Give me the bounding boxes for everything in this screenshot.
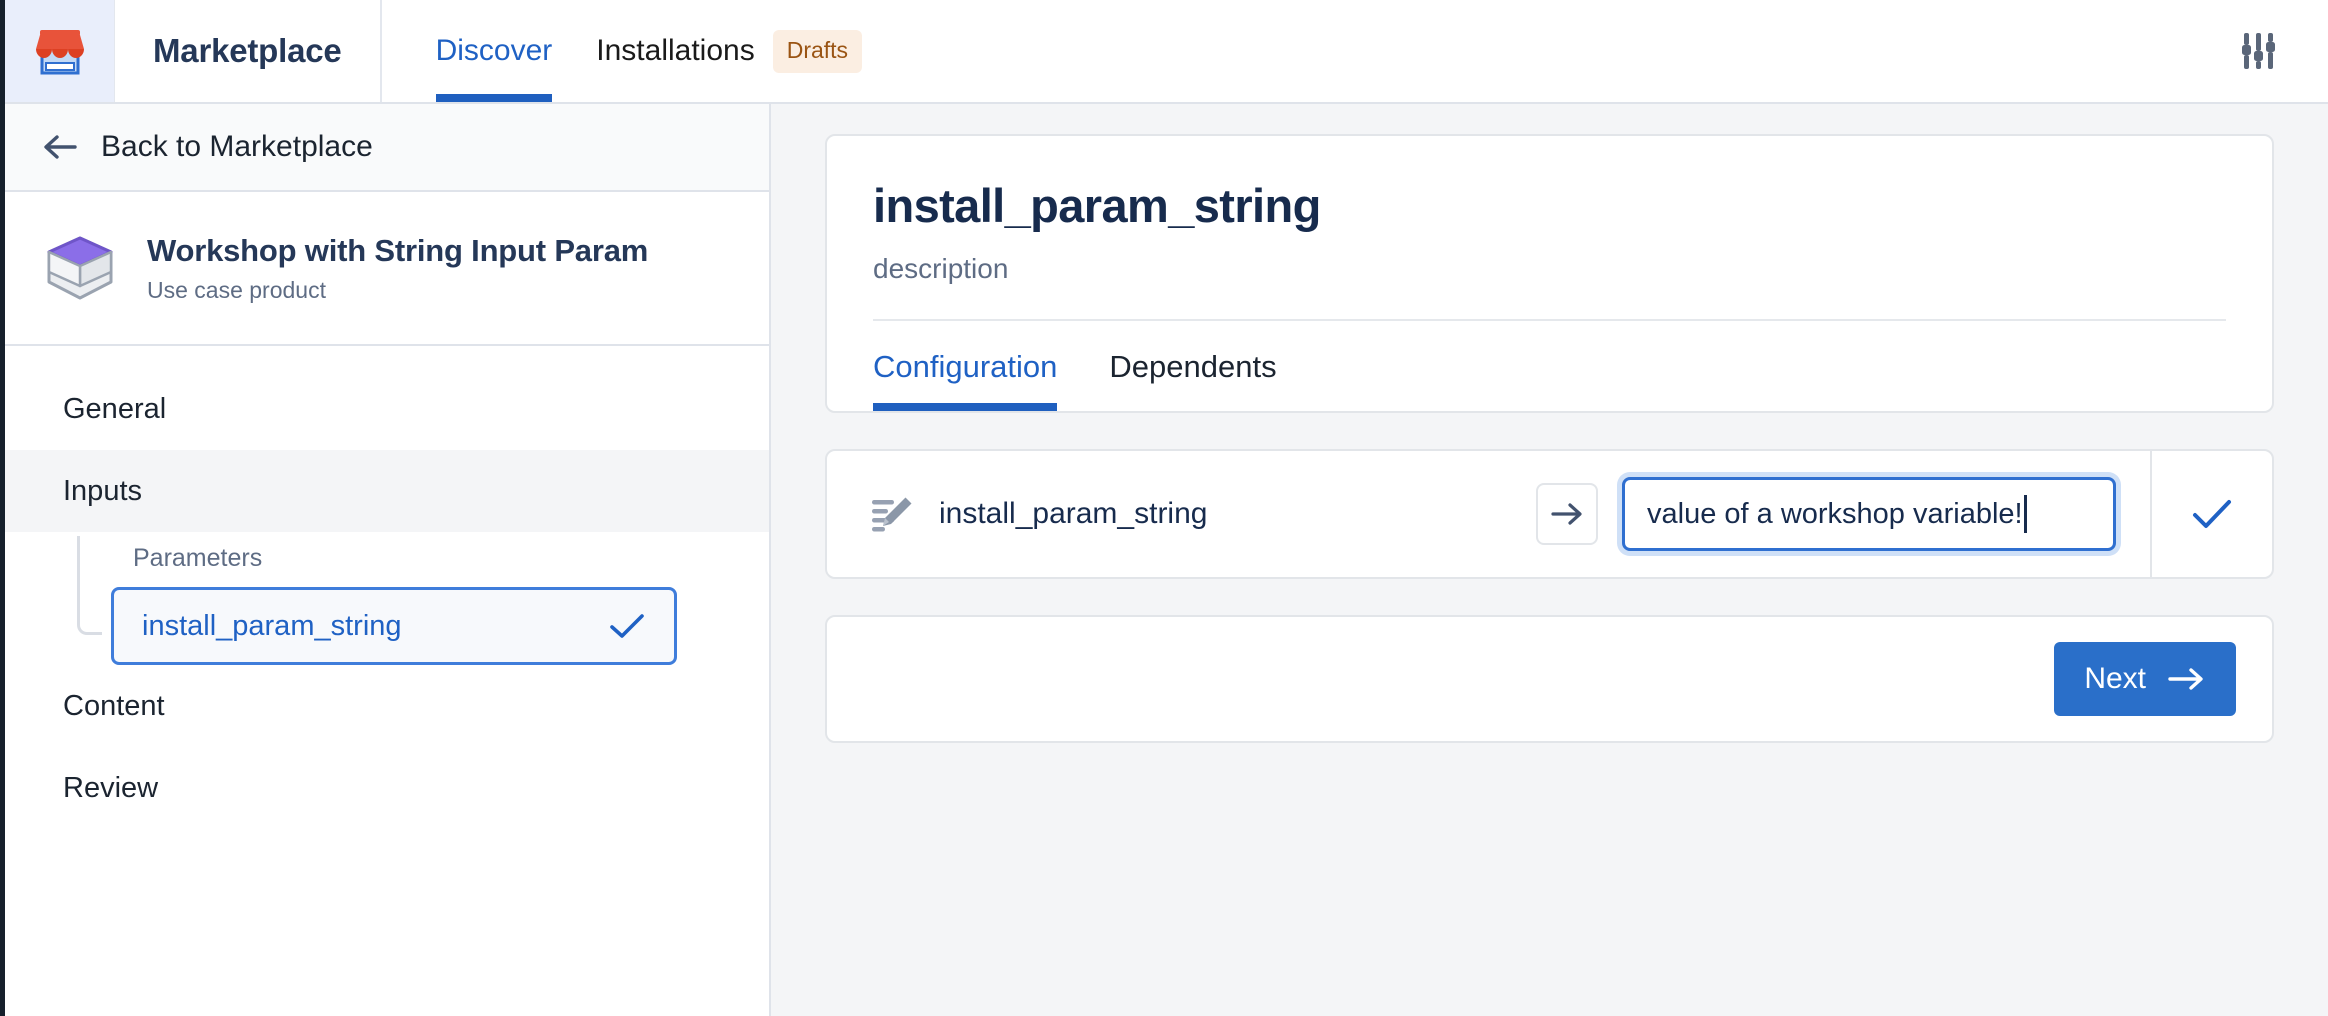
check-icon <box>2193 500 2231 528</box>
next-button-label: Next <box>2084 662 2146 695</box>
tab-dependents[interactable]: Dependents <box>1109 321 1300 411</box>
parameter-value-text: value of a workshop variable! <box>1647 497 2023 530</box>
back-to-marketplace-label: Back to Marketplace <box>101 130 373 163</box>
sidebar-item-general[interactable]: General <box>5 368 769 450</box>
marketplace-logo-tile[interactable] <box>5 0 115 102</box>
product-summary: Workshop with String Input Param Use cas… <box>5 192 769 346</box>
config-param-name: install_param_string <box>939 497 1208 530</box>
configuration-row-card: install_param_string value of a workshop… <box>825 449 2274 579</box>
configuration-row: install_param_string value of a workshop… <box>827 451 2150 577</box>
tab-discover[interactable]: Discover <box>414 0 575 102</box>
page-description: description <box>873 253 1009 284</box>
top-bar: Marketplace Discover Installations Draft… <box>5 0 2328 104</box>
sidebar-param-label: install_param_string <box>142 609 402 642</box>
parameter-status-badge <box>2150 451 2272 577</box>
drafts-badge[interactable]: Drafts <box>772 29 863 73</box>
sidebar: Back to Marketplace Workshop with String… <box>5 104 771 1016</box>
body-row: Back to Marketplace Workshop with String… <box>5 104 2328 1016</box>
tab-dependents-label: Dependents <box>1109 349 1277 384</box>
sidebar-item-review[interactable]: Review <box>5 747 769 829</box>
page-title: install_param_string <box>873 179 1321 232</box>
package-box-icon <box>47 236 113 300</box>
sidebar-nav: General Inputs Parameters install_param_… <box>5 346 769 829</box>
check-icon <box>610 614 644 638</box>
storefront-icon <box>35 30 84 75</box>
main-content: install_param_string description Configu… <box>771 104 2328 1016</box>
back-to-marketplace-button[interactable]: Back to Marketplace <box>5 104 769 192</box>
parameter-header-card: install_param_string description Configu… <box>825 134 2274 413</box>
product-subtitle: Use case product <box>147 276 326 303</box>
sidebar-item-inputs[interactable]: Inputs <box>5 450 769 532</box>
text-input-edit-icon <box>872 497 912 532</box>
top-nav-tabs: Discover Installations Drafts <box>382 0 876 102</box>
topbar-actions <box>2236 0 2328 102</box>
product-text: Workshop with String Input Param Use cas… <box>147 233 648 304</box>
brand-name-container: Marketplace <box>115 0 382 102</box>
sidebar-param-install-param-string[interactable]: install_param_string <box>111 587 677 665</box>
parameters-group-label: Parameters <box>133 544 263 572</box>
sidebar-item-review-label: Review <box>63 771 159 804</box>
sidebar-item-content[interactable]: Content <box>5 665 769 747</box>
tab-configuration[interactable]: Configuration <box>873 321 1081 411</box>
card-tabs: Configuration Dependents <box>873 321 2226 411</box>
product-title: Workshop with String Input Param <box>147 232 649 268</box>
sidebar-item-general-label: General <box>63 392 167 425</box>
marketplace-app: Marketplace Discover Installations Draft… <box>0 0 2328 1016</box>
arrow-right-icon <box>2168 668 2203 690</box>
next-button[interactable]: Next <box>2054 642 2236 716</box>
map-to-arrow-button[interactable] <box>1536 483 1598 545</box>
tab-installations[interactable]: Installations Drafts <box>574 0 876 102</box>
arrow-right-icon <box>1551 503 1582 525</box>
text-caret <box>2023 495 2027 533</box>
tab-configuration-label: Configuration <box>873 349 1058 384</box>
sliders-settings-icon[interactable] <box>2236 28 2282 74</box>
parameter-value-input[interactable]: value of a workshop variable! <box>1622 477 2116 551</box>
wizard-footer-card: Next <box>825 615 2274 743</box>
arrow-left-icon <box>44 135 77 159</box>
sidebar-item-inputs-label: Inputs <box>63 474 142 507</box>
tab-installations-label: Installations <box>596 34 755 67</box>
inputs-subtree: Parameters install_param_string <box>77 532 769 665</box>
tab-discover-label: Discover <box>435 34 553 67</box>
sidebar-item-content-label: Content <box>63 689 165 722</box>
brand-name: Marketplace <box>153 32 342 69</box>
